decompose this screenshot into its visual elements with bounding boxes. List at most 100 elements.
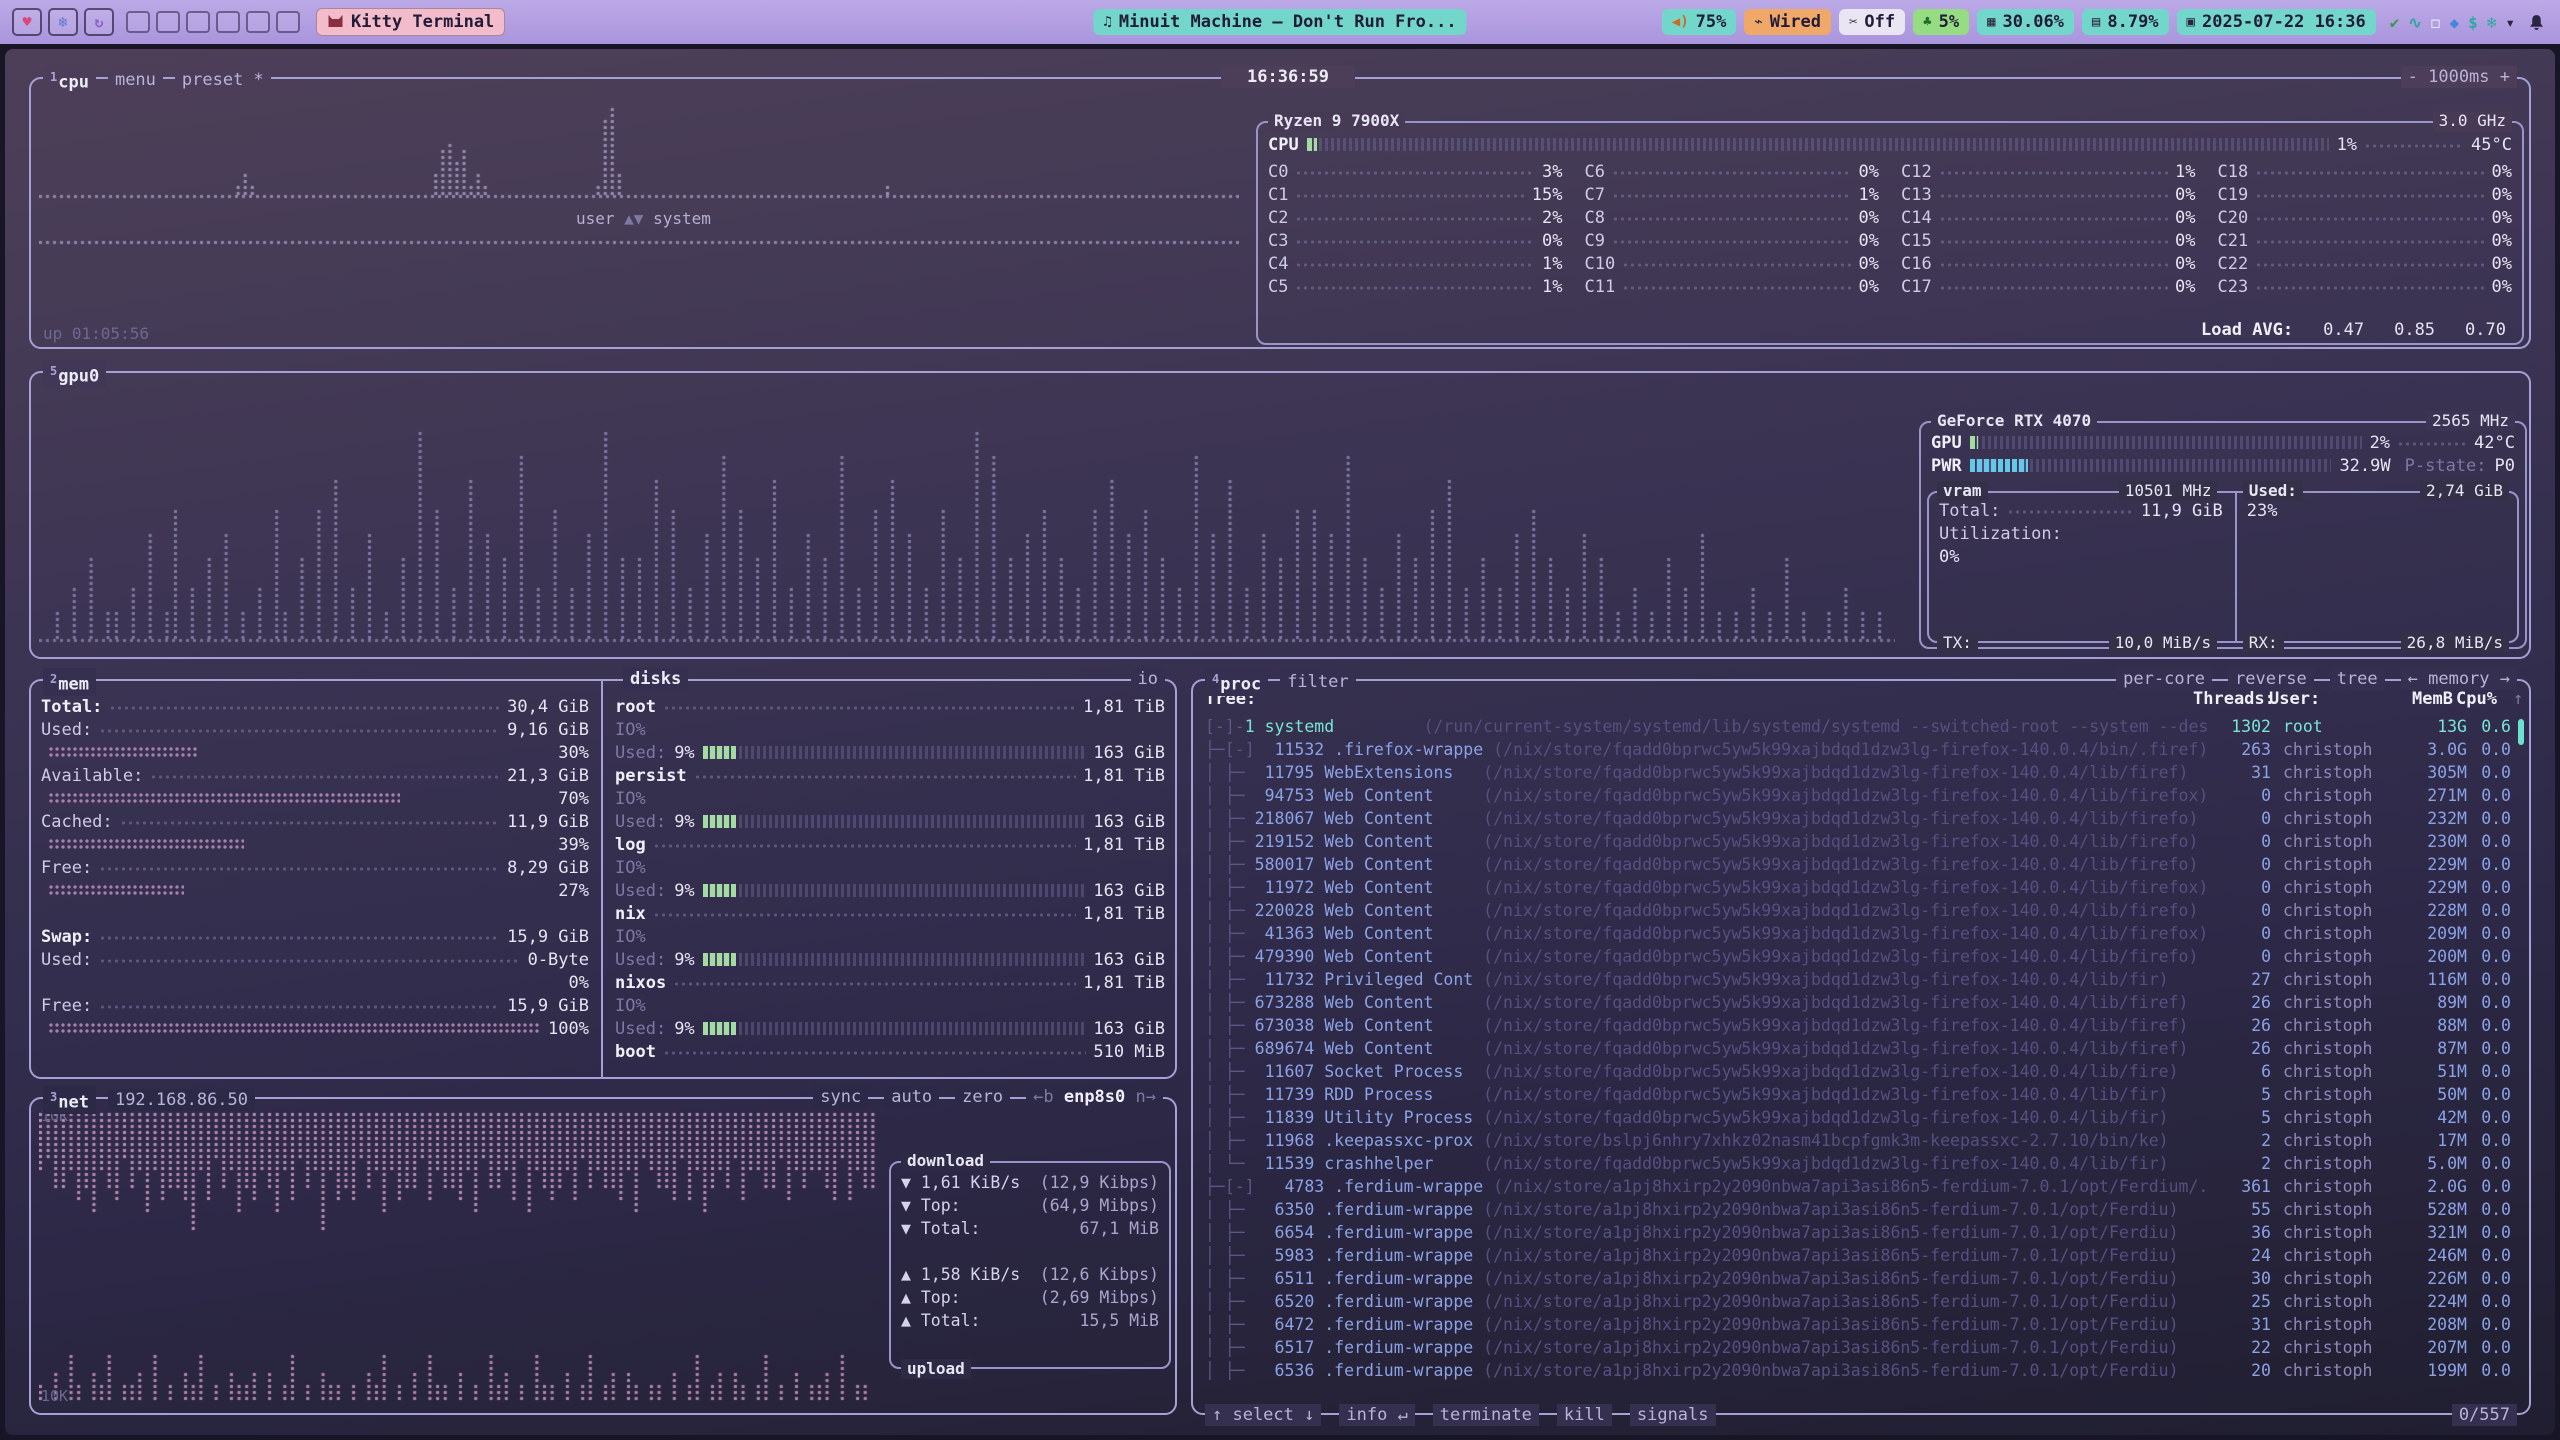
network-panel-tag[interactable]: 3net [43,1086,96,1114]
proc-cmdline: (/nix/store/a1pj8hxirp2y2090nbwa7api3asi… [1493,1177,2207,1196]
proc-row[interactable]: │ ├─ 580017 Web Content (/nix/store/fqad… [1195,853,2527,876]
filter-button[interactable]: filter [1280,671,1355,693]
net-option-zero[interactable]: zero [955,1086,1010,1108]
network-pill[interactable]: ⌁Wired [1744,9,1831,35]
proc-row[interactable]: │ ├─ 6517 .ferdium-wrappe (/nix/store/a1… [1195,1336,2527,1359]
music-track-label: Minuit Machine – Don't Run Fro... [1119,12,1457,32]
tray-icon-6[interactable]: ▾ [2505,13,2515,32]
proc-row[interactable]: │ ├─ 11972 Web Content (/nix/store/fqadd… [1195,876,2527,899]
proc-action-kill[interactable]: kill [1557,1404,1612,1426]
proc-cpu: 0.0 [2467,1039,2527,1058]
proc-row[interactable]: │ ├─ 6472 .ferdium-wrappe (/nix/store/a1… [1195,1313,2527,1336]
proc-mem: 230M [2393,832,2467,851]
gpu-temperature: 42°C [2474,433,2515,453]
proc-row[interactable]: │ ├─ 41363 Web Content (/nix/store/fqadd… [1195,922,2527,945]
header-cpu: Cpu% [2453,689,2513,709]
workspace-button[interactable] [156,11,180,33]
proc-command: │ ├─ 11968 .keepassxc-prox (/nix/store/b… [1195,1131,2207,1150]
cpu-load-pill[interactable]: ♣5% [1913,9,1969,35]
proc-row[interactable]: ├─[-] 11532 .firefox-wrappe (/nix/store/… [1195,738,2527,761]
proc-row[interactable]: │ ├─ 6520 .ferdium-wrappe (/nix/store/a1… [1195,1290,2527,1313]
proc-option-reverse[interactable]: reverse [2228,668,2314,690]
vram-clock-label: 10501 MHz [2119,481,2218,501]
proc-row[interactable]: │ ├─ 479390 Web Content (/nix/store/fqad… [1195,945,2527,968]
proc-option-tree[interactable]: tree [2330,668,2385,690]
proc-name: 5983 .ferdium-wrappe [1255,1246,1483,1265]
process-panel-tag[interactable]: 4proc [1205,668,1268,696]
kitty-terminal-button[interactable]: Kitty Terminal [316,8,505,36]
proc-row[interactable]: │ ├─ 219152 Web Content (/nix/store/fqad… [1195,830,2527,853]
proc-row[interactable]: │ ├─ 6536 .ferdium-wrappe (/nix/store/a1… [1195,1359,2527,1382]
bell-icon[interactable] [2529,14,2544,31]
clipboard-pill[interactable]: ✂Off [1839,9,1905,35]
core-cell: C90% [1585,229,1880,252]
proc-row[interactable]: [-]-1 systemd (/run/current-system/syste… [1195,715,2527,738]
proc-option-per-core[interactable]: per-core [2116,668,2212,690]
proc-row[interactable]: │ ├─ 11839 Utility Process (/nix/store/f… [1195,1106,2527,1129]
restart-icon[interactable]: ↻ [84,8,114,36]
proc-row[interactable]: │ └─ 11539 crashhelper (/nix/store/fqadd… [1195,1152,2527,1175]
proc-row[interactable]: │ ├─ 218067 Web Content (/nix/store/fqad… [1195,807,2527,830]
proc-threads: 361 [2207,1177,2271,1196]
proc-action-signals[interactable]: signals [1630,1404,1716,1426]
workspace-button[interactable] [276,11,300,33]
proc-row[interactable]: │ ├─ 6511 .ferdium-wrappe (/nix/store/a1… [1195,1267,2527,1290]
process-scrollbar[interactable] [2518,719,2524,745]
proc-row[interactable]: │ ├─ 11795 WebExtensions (/nix/store/fqa… [1195,761,2527,784]
proc-action-info[interactable]: info ↵ [1339,1404,1414,1426]
preset-button[interactable]: preset * [175,69,271,91]
proc-name: 11968 .keepassxc-prox [1255,1131,1483,1150]
proc-action-select[interactable]: ↑ select ↓ [1205,1404,1321,1426]
tray-icon-5[interactable]: ❄ [2487,13,2497,32]
proc-command: │ ├─ 11732 Privileged Cont (/nix/store/f… [1195,970,2207,989]
proc-row[interactable]: │ ├─ 6350 .ferdium-wrappe (/nix/store/a1… [1195,1198,2527,1221]
tray-icon-3[interactable]: ◆ [2449,13,2459,32]
disk-pill[interactable]: ▤8.79% [2082,9,2169,35]
datetime-pill[interactable]: ▣2025-07-22 16:36 [2177,9,2376,35]
gpu-panel-tag[interactable]: 5gpu0 [43,360,106,388]
tray-icon-0[interactable]: ✔ [2390,13,2400,32]
tray-icon-4[interactable]: $ [2468,13,2478,32]
proc-tree-prefix: │ ├─ [1205,924,1255,943]
proc-row[interactable]: │ ├─ 220028 Web Content (/nix/store/fqad… [1195,899,2527,922]
memory-pill[interactable]: ▦30.06% [1977,9,2074,35]
proc-cpu: 0.0 [2467,809,2527,828]
proc-row[interactable]: │ ├─ 673038 Web Content (/nix/store/fqad… [1195,1014,2527,1037]
menu-button[interactable]: menu [108,69,163,91]
snowflake-icon[interactable]: ❄ [48,8,78,36]
tray-icon-1[interactable]: ∿ [2408,13,2421,32]
proc-row[interactable]: ├─[-] 4783 .ferdium-wrappe (/nix/store/a… [1195,1175,2527,1198]
proc-action-terminate[interactable]: terminate [1433,1404,1539,1426]
workspace-button[interactable] [186,11,210,33]
proc-name: 11795 WebExtensions [1255,763,1483,782]
proc-row[interactable]: │ ├─ 11607 Socket Process (/nix/store/fq… [1195,1060,2527,1083]
memory-panel-tag[interactable]: 2mem [43,668,96,696]
update-interval-control[interactable]: - 1000ms + [2401,66,2517,88]
proc-user: christoph [2271,1131,2393,1150]
net-option-auto[interactable]: auto [884,1086,939,1108]
proc-row[interactable]: │ ├─ 5983 .ferdium-wrappe (/nix/store/a1… [1195,1244,2527,1267]
io-toggle[interactable]: io [1131,668,1165,690]
proc-row[interactable]: │ ├─ 11732 Privileged Cont (/nix/store/f… [1195,968,2527,991]
proc-mem: 528M [2393,1200,2467,1219]
proc-row[interactable]: │ ├─ 11968 .keepassxc-prox (/nix/store/b… [1195,1129,2527,1152]
download-stat-row: ▼ Total:67,1 MiB [891,1217,1169,1240]
workspace-button[interactable] [216,11,240,33]
heart-icon[interactable]: ♥ [12,8,42,36]
proc-row[interactable]: │ ├─ 94753 Web Content (/nix/store/fqadd… [1195,784,2527,807]
workspace-button[interactable] [126,11,150,33]
proc-row[interactable]: │ ├─ 673288 Web Content (/nix/store/fqad… [1195,991,2527,1014]
music-player-button[interactable]: ♫ Minuit Machine – Don't Run Fro... [1093,9,1466,35]
proc-row[interactable]: │ ├─ 11739 RDD Process (/nix/store/fqadd… [1195,1083,2527,1106]
proc-row[interactable]: │ ├─ 6654 .ferdium-wrappe (/nix/store/a1… [1195,1221,2527,1244]
volume-pill[interactable]: ◀)75% [1662,9,1737,35]
cpu-panel-tag[interactable]: 1cpu [43,66,96,94]
proc-threads: 20 [2207,1361,2271,1380]
net-option-sync[interactable]: sync [813,1086,868,1108]
workspace-button[interactable] [246,11,270,33]
tray-icon-2[interactable]: ◻ [2431,13,2441,32]
proc-row[interactable]: │ ├─ 689674 Web Content (/nix/store/fqad… [1195,1037,2527,1060]
iface-switcher[interactable]: ←b enp8s0 n→ [1026,1086,1163,1108]
proc-threads: 22 [2207,1338,2271,1357]
proc-option-memory[interactable]: ← memory → [2401,668,2517,690]
